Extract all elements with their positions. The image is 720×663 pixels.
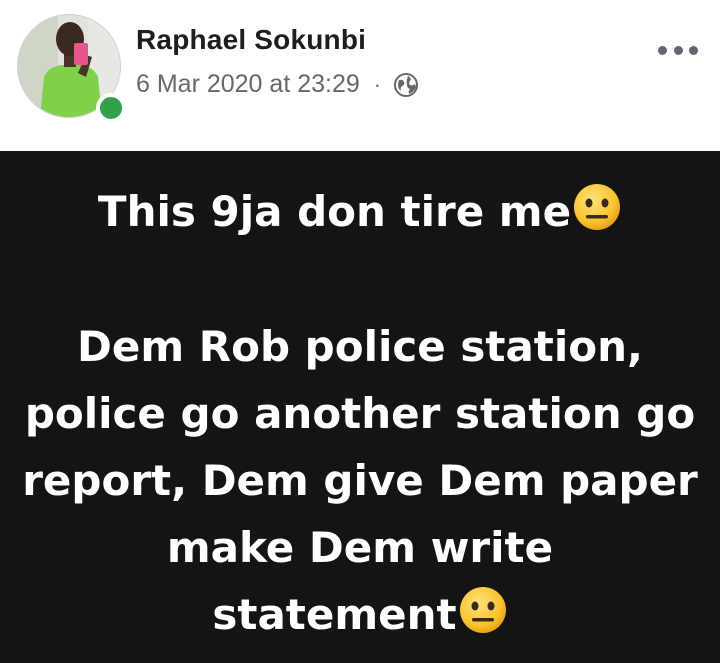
dot xyxy=(689,45,698,55)
neutral-face-emoji xyxy=(574,184,621,230)
post-text-paragraph-2: Dem Rob police station, police go anothe… xyxy=(0,313,720,648)
post-header: Raphael Sokunbi 6 Mar 2020 at 23:29 · xyxy=(0,0,720,151)
online-status-indicator xyxy=(96,93,126,123)
post-text-line: This 9ja don tire me xyxy=(97,187,572,236)
post-timestamp[interactable]: 6 Mar 2020 at 23:29 xyxy=(136,70,360,99)
post-text-line: police go another station go xyxy=(24,389,696,438)
globe-icon xyxy=(394,72,419,97)
post-text-word: statement xyxy=(212,590,457,639)
author-name[interactable]: Raphael Sokunbi xyxy=(136,24,366,56)
post-text-line: report, Dem give Dem paper xyxy=(22,456,698,505)
more-options-icon[interactable] xyxy=(658,40,698,60)
avatar-container[interactable] xyxy=(17,14,126,123)
neutral-face-emoji xyxy=(459,587,506,633)
post-text-paragraph-1: This 9ja don tire me xyxy=(0,178,720,245)
post-text-line-last: statement xyxy=(0,581,720,648)
post-meta: 6 Mar 2020 at 23:29 · xyxy=(136,70,419,99)
dot xyxy=(673,45,683,55)
post-text-line: Dem Rob police station, xyxy=(77,322,643,371)
dot xyxy=(658,45,667,55)
post-text-line: make Dem write xyxy=(166,523,554,572)
post-text-background: This 9ja don tire me Dem Rob police stat… xyxy=(0,151,720,663)
meta-separator: · xyxy=(373,71,382,97)
